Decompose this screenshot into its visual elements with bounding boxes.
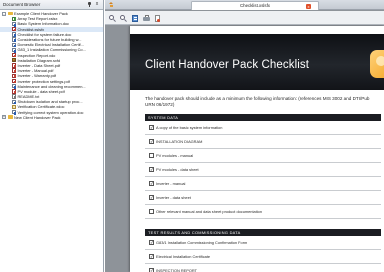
intro-text: The handover pack should include as a mi… — [145, 96, 370, 107]
section-heading-test-results: TEST RESULTS AND COMMISSIONING DATA — [145, 229, 381, 236]
pdf-icon — [12, 73, 16, 79]
viewer-toolbar — [105, 11, 384, 25]
excel-icon — [12, 16, 16, 21]
document-page: Client Handover Pack Checklist The hando… — [130, 26, 384, 272]
checklist-row: ✓ PV modules - data sheet — [145, 163, 381, 177]
word-icon — [12, 84, 16, 89]
word-icon — [12, 37, 16, 42]
document-browser-header: Document Browser x — [0, 0, 103, 10]
solar-icon — [12, 58, 16, 63]
checklist-row: Other relevant manual and data sheet pro… — [145, 205, 381, 219]
folder-icon — [7, 115, 13, 120]
word-icon — [12, 21, 16, 27]
checklist-item-label: Electrical Installation Certificate — [156, 254, 211, 259]
checklist-item-label: Inverter - data sheet — [156, 195, 191, 200]
pdf-icon — [12, 52, 16, 58]
sun-logo-icon — [370, 50, 384, 78]
close-icon[interactable]: x — [94, 2, 100, 7]
checked-checkbox[interactable]: ✓ — [149, 125, 154, 130]
folder-icon — [7, 11, 13, 16]
word-icon — [12, 109, 16, 115]
checked-checkbox[interactable]: ✓ — [149, 181, 154, 186]
pdf-icon — [12, 68, 16, 73]
checklist-item-label: INSPECTION REPORT — [156, 268, 198, 272]
home-icon[interactable] — [109, 2, 114, 7]
checked-checkbox[interactable]: ✓ — [149, 195, 154, 200]
checked-checkbox[interactable]: ✓ — [149, 268, 154, 272]
checklist-item-label: Inverter - manual — [156, 181, 186, 186]
tree-item-label: New Client Handover Pack — [14, 114, 61, 120]
pin-icon[interactable] — [87, 2, 92, 7]
checklist-item-label: Other relevant manual and data sheet pro… — [156, 209, 262, 214]
document-browser-panel: Document Browser x - Example Client Hando… — [0, 0, 104, 272]
checklist-row: ✓ Inverter - data sheet — [145, 191, 381, 205]
tree-folder[interactable]: + New Client Handover Pack — [0, 115, 103, 120]
checklist-row: PV modules - manual — [145, 149, 381, 163]
checklist-item-label: PV modules - data sheet — [156, 167, 199, 172]
tab-checklist[interactable]: Checklist.xslsfx x — [191, 1, 319, 10]
unchecked-checkbox[interactable] — [149, 153, 154, 158]
checklist-row: ✓ Inverter - manual — [145, 177, 381, 191]
checked-checkbox[interactable]: ✓ — [149, 240, 154, 245]
tab-strip: Checklist.xslsfx x — [105, 0, 384, 10]
word-icon — [12, 42, 16, 47]
expand-icon[interactable]: + — [2, 115, 6, 120]
pdf-icon — [12, 63, 16, 68]
checked-checkbox[interactable]: ✓ — [149, 254, 154, 259]
checklist-item-label: G83/1 Installation Commissioning Confirm… — [156, 240, 248, 245]
zoom-in-icon[interactable] — [109, 15, 116, 22]
checked-checkbox[interactable]: ✓ — [149, 167, 154, 172]
tab-close-icon[interactable]: x — [306, 3, 311, 9]
checklist-item-label: A copy of the basic system information — [156, 125, 223, 130]
word-icon — [12, 47, 16, 53]
checked-checkbox[interactable]: ✓ — [149, 139, 154, 144]
certificate-icon — [12, 104, 16, 110]
title-banner: Client Handover Pack Checklist — [130, 34, 384, 90]
collapse-icon[interactable]: - — [2, 11, 6, 16]
tab-title: Checklist.xslsfx — [239, 3, 270, 8]
pdf-icon — [12, 89, 16, 94]
document-tree: - Example Client Handover Pack Array Test … — [0, 11, 103, 120]
zoom-out-icon[interactable] — [120, 15, 127, 22]
checklist-row: ✓ G83/1 Installation Commissioning Confir… — [145, 236, 381, 250]
checklist-row: ✓ Electrical Installation Certificate — [145, 250, 381, 264]
test-results-checklist: ✓ G83/1 Installation Commissioning Confir… — [145, 236, 381, 272]
document-viewer: Checklist.xslsfx x Client Handover Pack … — [105, 0, 384, 272]
system-data-checklist: ✓ A copy of the basic system information ✓… — [145, 121, 381, 219]
page-title: Client Handover Pack Checklist — [145, 59, 310, 71]
print-icon[interactable] — [143, 15, 150, 22]
pdf-icon — [12, 26, 16, 32]
checklist-item-label: INSTALLATION DIAGRAM — [156, 139, 203, 144]
checklist-item-label: PV modules - manual — [156, 153, 194, 158]
checklist-row: ✓ INSPECTION REPORT — [145, 264, 381, 272]
document-browser-title: Document Browser — [3, 2, 41, 7]
word-icon — [12, 99, 16, 104]
fit-page-icon[interactable] — [132, 15, 139, 22]
checklist-row: ✓ A copy of the basic system information — [145, 121, 381, 135]
word-icon — [12, 32, 16, 37]
text-icon — [12, 94, 16, 99]
section-heading-system-data: SYSTEM DATA — [145, 114, 381, 121]
pdf-icon — [12, 78, 16, 84]
checklist-row: ✓ INSTALLATION DIAGRAM — [145, 135, 381, 149]
unchecked-checkbox[interactable] — [149, 209, 154, 214]
export-pdf-icon[interactable] — [154, 15, 161, 22]
